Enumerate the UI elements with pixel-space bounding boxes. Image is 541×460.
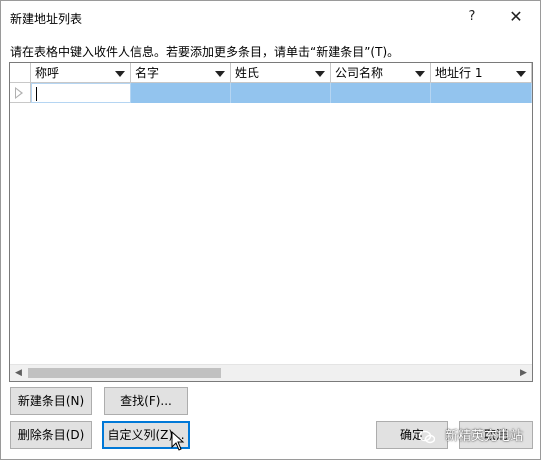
column-header-last-name[interactable]: 姓氏 [231,63,331,83]
dropdown-arrow-icon[interactable] [415,71,425,77]
column-header-company[interactable]: 公司名称 [331,63,431,83]
title-bar: 新建地址列表 ? ✕ [1,1,540,33]
watermark: 新精英充电站 [419,425,523,447]
scroll-right-icon[interactable]: ▶ [515,365,532,381]
column-header-label: 名字 [135,66,160,80]
cell-address-line-1[interactable] [431,83,532,103]
column-header-address-line-1[interactable]: 地址行 1 [431,63,532,83]
new-entry-button[interactable]: 新建条目(N) [10,387,92,415]
column-header-first-name[interactable]: 名字 [131,63,231,83]
help-button[interactable]: ? [457,4,487,30]
column-header-title[interactable]: 称呼 [31,63,131,83]
address-grid[interactable]: 称呼 名字 姓氏 公司名称 地址行 1 ◀ ▶ [9,62,533,382]
watermark-text: 新精英充电站 [445,429,524,444]
close-button[interactable]: ✕ [501,4,531,30]
text-caret [36,87,37,101]
cell-company[interactable] [331,83,431,103]
instruction-text: 请在表格中键入收件人信息。若要添加更多条目，请单击“新建条目”(T)。 [10,45,400,59]
chat-bubble-icon [419,430,435,443]
column-header-label: 称呼 [35,66,60,80]
delete-entry-button[interactable]: 删除条目(D) [10,421,92,449]
cell-last-name[interactable] [231,83,331,103]
new-address-list-dialog: 新建地址列表 ? ✕ 请在表格中键入收件人信息。若要添加更多条目，请单击“新建条… [0,0,541,460]
cell-title[interactable] [31,83,131,103]
scrollbar-thumb[interactable] [28,368,221,378]
mouse-pointer-icon [171,431,185,451]
column-header-label: 姓氏 [235,66,260,80]
dropdown-arrow-icon[interactable] [315,71,325,77]
cell-first-name[interactable] [131,83,231,103]
dropdown-arrow-icon[interactable] [516,71,526,77]
column-header-label: 地址行 1 [435,66,483,80]
row-selector[interactable] [10,83,31,103]
grid-header: 称呼 名字 姓氏 公司名称 地址行 1 [10,63,532,83]
table-row[interactable] [10,83,532,103]
horizontal-scrollbar[interactable]: ◀ ▶ [10,364,532,381]
dropdown-arrow-icon[interactable] [115,71,125,77]
dropdown-arrow-icon[interactable] [215,71,225,77]
grid-corner [10,63,31,83]
column-header-label: 公司名称 [335,66,384,80]
find-button[interactable]: 查找(F)... [104,387,188,415]
scroll-left-icon[interactable]: ◀ [10,365,27,381]
dialog-title: 新建地址列表 [10,12,83,26]
